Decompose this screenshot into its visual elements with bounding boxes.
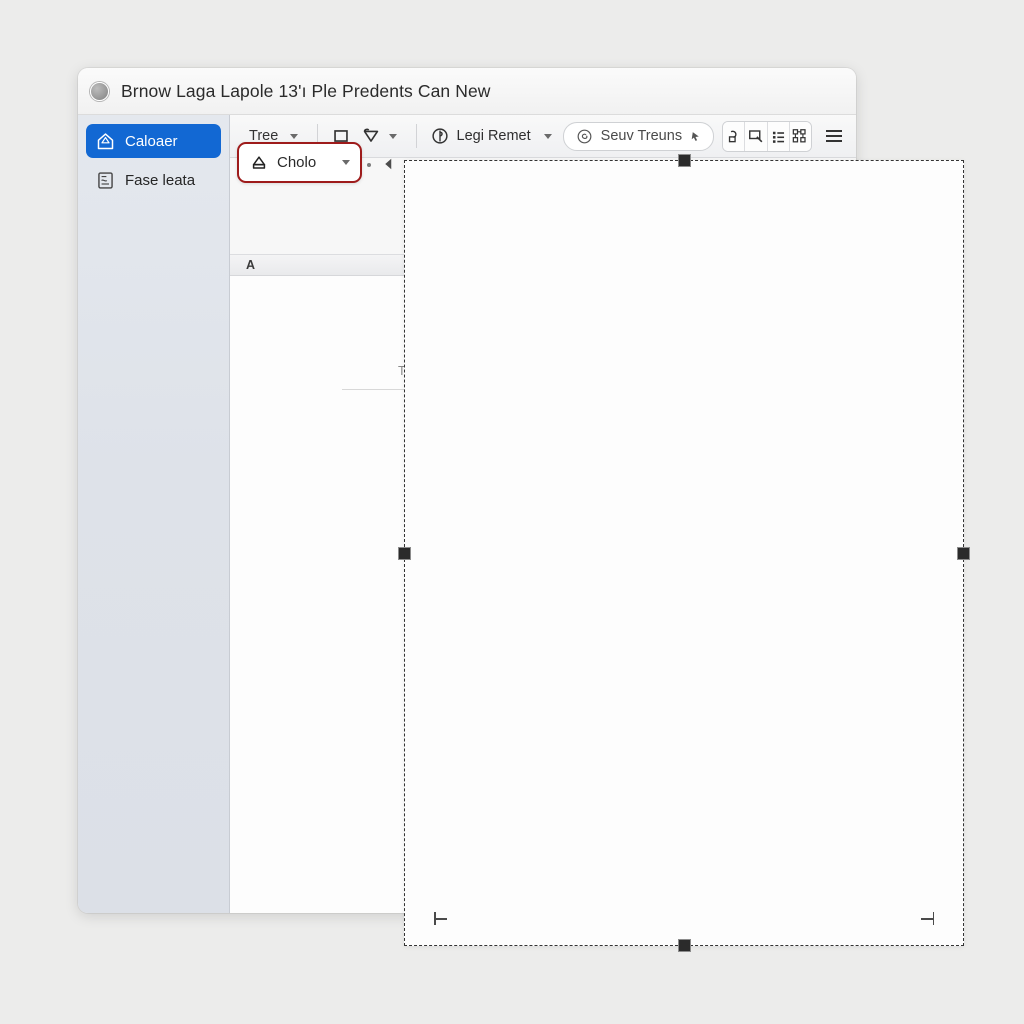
- list-lines-button[interactable]: [767, 121, 790, 151]
- bottom-handle[interactable]: [678, 939, 691, 952]
- document-page-icon: [98, 171, 113, 189]
- target-circle-icon: [431, 128, 448, 144]
- toolbar-divider: [415, 124, 417, 148]
- shape-dropdown-label: Cholo: [277, 154, 317, 171]
- crop-mark-horizontal: [434, 918, 447, 920]
- chevron-down-icon: [543, 133, 552, 139]
- top-handle[interactable]: [678, 154, 691, 167]
- hamburger-menu-icon: [825, 130, 842, 142]
- chevron-down-icon: [388, 133, 397, 139]
- selection-dashed-border: [404, 160, 964, 946]
- sidebar-item-fase-leata[interactable]: Fase leata: [86, 163, 221, 197]
- crop-mark-horizontal: [921, 918, 934, 920]
- spiral-circle-icon: [577, 129, 592, 143]
- collapse-panel-button[interactable]: [380, 155, 398, 173]
- title-bar: Brnow Laga Lapole 13'ı Ple Predents Can …: [78, 68, 856, 115]
- comment-bubble-button[interactable]: [745, 121, 768, 151]
- circle-orb-icon: [90, 81, 109, 101]
- chevron-down-icon: [290, 133, 299, 139]
- flowchart-nodes-icon: [793, 129, 806, 143]
- home-shield-icon: [97, 132, 114, 149]
- chevron-down-icon: [342, 160, 350, 165]
- triangle-left-icon: [385, 158, 392, 170]
- hamburger-menu-button[interactable]: [822, 124, 846, 148]
- cursor-arrow-icon: [691, 131, 699, 141]
- window-title: Brnow Laga Lapole 13'ı Ple Predents Can …: [121, 80, 491, 101]
- home-outline-icon: [252, 155, 266, 169]
- sidebar-item-caloaer[interactable]: Caloaer: [86, 124, 221, 158]
- right-handle[interactable]: [957, 547, 970, 560]
- flowchart-nodes-button[interactable]: [789, 121, 811, 151]
- toolbar-segmented-group: [722, 120, 812, 152]
- sub-row-label: A: [246, 258, 256, 272]
- shield-shape-button[interactable]: [356, 122, 408, 150]
- link-break-button[interactable]: [723, 121, 746, 151]
- sidebar: Caloaer Fase leata: [78, 115, 230, 913]
- legi-remet-label: Legi Remet: [456, 128, 531, 144]
- link-break-icon: [729, 130, 737, 142]
- shield-shape-icon: [363, 128, 379, 142]
- left-handle[interactable]: [398, 547, 411, 560]
- dot-separator-icon: [367, 163, 371, 167]
- seuv-treuns-button[interactable]: Seuv Treuns: [562, 121, 715, 151]
- shape-dropdown-highlighted[interactable]: Cholo: [237, 142, 362, 183]
- list-lines-icon: [772, 131, 784, 143]
- page-selection-overlay[interactable]: [398, 154, 970, 952]
- seuv-treuns-label: Seuv Treuns: [600, 128, 683, 144]
- legi-remet-button[interactable]: Legi Remet: [425, 122, 563, 150]
- sidebar-item-label: Fase leata: [125, 171, 196, 189]
- sidebar-item-label: Caloaer: [125, 132, 178, 150]
- comment-bubble-icon: [748, 130, 763, 143]
